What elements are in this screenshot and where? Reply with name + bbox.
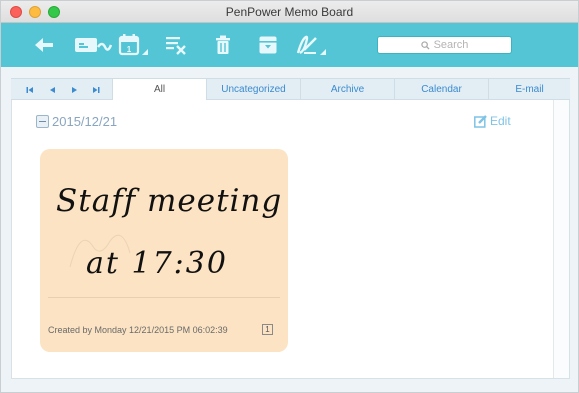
previous-page-button[interactable] — [43, 79, 61, 101]
tab-uncategorized[interactable]: Uncategorized — [206, 79, 300, 101]
edit-label: Edit — [490, 114, 511, 128]
search-icon — [420, 40, 430, 50]
archive-box-icon — [259, 36, 277, 54]
send-memo-button[interactable] — [73, 32, 113, 58]
signature-button[interactable] — [293, 32, 329, 58]
memo-list-panel: 2015/12/21 Edit Staff meeting at 17:30 C… — [11, 100, 570, 379]
tab-archive[interactable]: Archive — [300, 79, 394, 101]
handwriting-line-1: Staff meeting — [56, 183, 282, 219]
last-page-button[interactable] — [87, 79, 105, 101]
window-title: PenPower Memo Board — [225, 5, 354, 19]
title-bar: PenPower Memo Board — [1, 1, 578, 23]
next-icon — [71, 87, 77, 93]
send-memo-icon — [75, 38, 112, 52]
pen-signature-icon — [296, 35, 326, 55]
next-page-button[interactable] — [65, 79, 83, 101]
memo-divider — [48, 297, 280, 298]
tab-calendar[interactable]: Calendar — [394, 79, 488, 101]
previous-icon — [49, 87, 55, 93]
handwritten-memo-ink: Staff meeting at 17:30 — [56, 183, 282, 281]
edit-pencil-icon — [474, 114, 487, 128]
calendar-button[interactable]: 1 — [117, 32, 151, 58]
toolbar: 1 Search — [1, 23, 578, 67]
skip-first-icon — [26, 87, 33, 93]
date-group-header: 2015/12/21 — [52, 114, 118, 129]
tab-all[interactable]: All — [112, 79, 206, 102]
back-button[interactable] — [31, 32, 57, 58]
app-window: PenPower Memo Board 1 Search All Uncateg… — [0, 0, 579, 393]
edit-button[interactable]: Edit — [474, 114, 511, 128]
back-arrow-icon — [35, 38, 53, 52]
search-placeholder: Search — [433, 39, 469, 51]
tab-email[interactable]: E-mail — [488, 79, 570, 101]
svg-text:1: 1 — [127, 45, 132, 54]
search-input[interactable]: Search — [377, 36, 512, 54]
vertical-scrollbar[interactable] — [553, 100, 569, 378]
first-page-button[interactable] — [21, 79, 39, 101]
page-count-badge: 1 — [262, 324, 273, 335]
clear-list-button[interactable] — [163, 32, 189, 58]
memo-created-timestamp: Created by Monday 12/21/2015 PM 06:02:39 — [48, 325, 228, 335]
handwriting-line-2: at 17:30 — [86, 246, 228, 281]
calendar-icon: 1 — [118, 34, 148, 56]
archive-button[interactable] — [257, 32, 279, 58]
tab-bar: All Uncategorized Archive Calendar E-mai… — [11, 78, 570, 102]
collapse-date-group-button[interactable] — [36, 115, 49, 128]
skip-last-icon — [93, 87, 100, 93]
memo-card[interactable]: Staff meeting at 17:30 Created by Monday… — [40, 149, 288, 352]
trash-icon — [216, 35, 230, 54]
clear-list-icon — [166, 37, 186, 55]
delete-button[interactable] — [213, 32, 233, 58]
